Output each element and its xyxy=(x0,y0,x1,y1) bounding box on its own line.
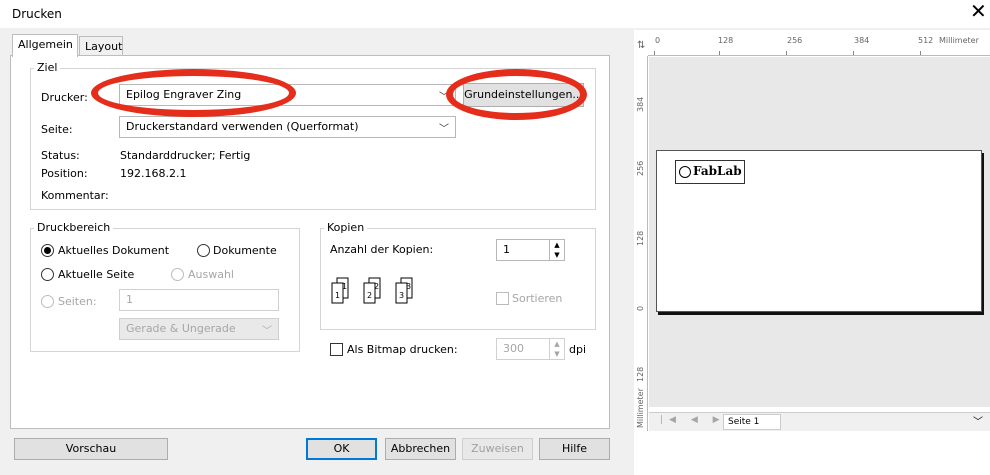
druckbereich-legend: Druckbereich xyxy=(34,221,114,234)
parity-select-value: Gerade & Ungerade xyxy=(126,322,236,335)
position-label: Position: xyxy=(41,167,88,180)
bitmap-label: Als Bitmap drucken: xyxy=(347,343,458,356)
pages-input[interactable]: 1 xyxy=(119,289,279,311)
svg-text:2: 2 xyxy=(367,291,372,300)
radio-documents[interactable] xyxy=(197,244,210,257)
tab-layout[interactable]: Layout xyxy=(79,36,123,56)
logo-text: FabLab xyxy=(693,164,742,178)
ruler-h-label: 512 xyxy=(918,36,934,45)
ruler-tick xyxy=(786,51,787,55)
ruler-v-label: 128 xyxy=(636,366,645,382)
help-button[interactable]: Hilfe xyxy=(539,438,610,460)
window-title: Drucken xyxy=(12,7,62,21)
selection-label: Auswahl xyxy=(188,268,234,281)
svg-text:1: 1 xyxy=(342,282,347,291)
ok-button[interactable]: OK xyxy=(306,438,377,460)
apply-button[interactable]: Zuweisen xyxy=(462,438,533,460)
preview-button[interactable]: Vorschau xyxy=(14,438,168,460)
collate-pages-icon: 11 22 33 xyxy=(331,277,413,304)
page-tab[interactable]: Seite 1 xyxy=(723,414,781,430)
radio-selection[interactable] xyxy=(171,268,184,281)
printer-select[interactable]: Epilog Engraver Zing ﹀ xyxy=(119,84,456,106)
comment-label: Kommentar: xyxy=(41,189,109,202)
ruler-origin-icon[interactable]: ⇅ xyxy=(637,40,645,51)
bitmap-dpi-value: 300 xyxy=(503,342,524,355)
page-label: Seite: xyxy=(41,123,73,136)
parity-select[interactable]: Gerade & Ungerade ﹀ xyxy=(119,318,279,340)
ruler-tick xyxy=(920,51,921,55)
chevron-down-icon[interactable]: ﹀ xyxy=(973,413,983,428)
printer-select-value: Epilog Engraver Zing xyxy=(126,88,242,101)
copies-count-value: 1 xyxy=(503,243,510,256)
pages-label: Seiten: xyxy=(58,295,97,308)
current-document-label: Aktuelles Dokument xyxy=(58,244,170,257)
svg-text:3: 3 xyxy=(399,291,404,300)
cancel-button[interactable]: Abbrechen xyxy=(385,438,456,460)
ruler-h-unit: Millimeter xyxy=(939,36,979,45)
collate-label: Sortieren xyxy=(512,292,563,305)
ruler-h-label: 0 xyxy=(655,36,661,45)
copies-count-label: Anzahl der Kopien: xyxy=(330,243,434,256)
dpi-unit: dpi xyxy=(569,343,587,356)
close-icon[interactable]: ✕ xyxy=(970,1,987,21)
circle-icon xyxy=(679,166,691,178)
radio-pages[interactable] xyxy=(41,295,54,308)
chevron-down-icon: ﹀ xyxy=(262,326,272,337)
documents-label: Dokumente xyxy=(213,244,277,257)
ruler-v-label: 256 xyxy=(636,160,645,176)
page-select[interactable]: Druckerstandard verwenden (Querformat) ﹀ xyxy=(119,116,456,138)
printer-label: Drucker: xyxy=(41,91,88,104)
collate-checkbox[interactable] xyxy=(496,292,509,305)
svg-text:2: 2 xyxy=(374,282,379,291)
ruler-v-label: 0 xyxy=(636,305,645,311)
status-value: Standarddrucker; Fertig xyxy=(120,149,251,162)
svg-text:3: 3 xyxy=(406,282,411,291)
tab-allgemein[interactable]: Allgemein xyxy=(12,34,78,57)
page-select-value: Druckerstandard verwenden (Querformat) xyxy=(126,120,359,133)
bitmap-checkbox[interactable] xyxy=(330,343,343,356)
status-label: Status: xyxy=(41,149,80,162)
ruler-v-label: 128 xyxy=(636,230,645,246)
ziel-legend: Ziel xyxy=(34,61,61,74)
ruler-h-label: 384 xyxy=(854,36,870,45)
radio-current-page[interactable] xyxy=(41,268,54,281)
dpi-spinner[interactable]: ▲ ▼ xyxy=(549,339,564,359)
ruler-h-label: 128 xyxy=(718,36,734,45)
current-page-label: Aktuelle Seite xyxy=(58,268,135,281)
kopien-legend: Kopien xyxy=(324,221,368,234)
ruler-tick xyxy=(853,51,854,55)
fablab-logo: FabLab xyxy=(675,160,745,184)
settings-button[interactable]: Grundeinstellungen... xyxy=(463,83,584,107)
ruler-v-unit: Millimeter xyxy=(636,388,645,428)
title-bar xyxy=(0,0,990,28)
ruler-tick xyxy=(654,51,655,55)
chevron-down-icon: ﹀ xyxy=(439,92,449,103)
ruler-tick xyxy=(719,51,720,55)
copies-spinner[interactable]: ▲ ▼ xyxy=(549,240,564,260)
chevron-down-icon: ﹀ xyxy=(439,124,449,135)
svg-text:1: 1 xyxy=(335,291,340,300)
position-value: 192.168.2.1 xyxy=(120,167,187,180)
radio-current-document[interactable] xyxy=(41,244,54,257)
ruler-h-label: 256 xyxy=(787,36,803,45)
ruler-v-label: 384 xyxy=(636,96,645,112)
